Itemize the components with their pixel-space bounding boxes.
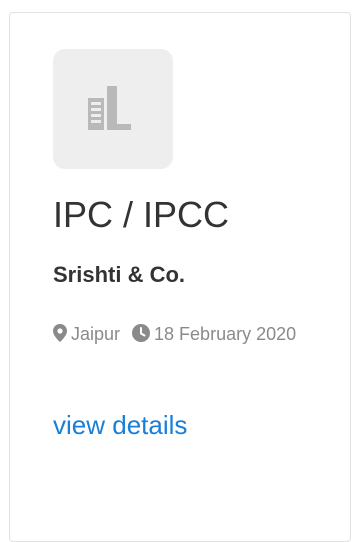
- view-details-link[interactable]: view details: [53, 409, 187, 441]
- company-name: Srishti & Co.: [53, 262, 186, 287]
- map-marker-icon: [53, 321, 67, 351]
- company-logo: [53, 49, 173, 169]
- building-icon: [84, 84, 142, 134]
- job-title: IPC / IPCC: [53, 194, 230, 235]
- date-text: 18 February 2020: [154, 324, 297, 344]
- clock-icon: [132, 321, 151, 351]
- job-card: IPC / IPCC Srishti & Co. Jaipur 18 Febru…: [9, 12, 351, 542]
- location-text: Jaipur: [71, 324, 121, 344]
- job-meta: Jaipur 18 February 2020: [53, 319, 333, 351]
